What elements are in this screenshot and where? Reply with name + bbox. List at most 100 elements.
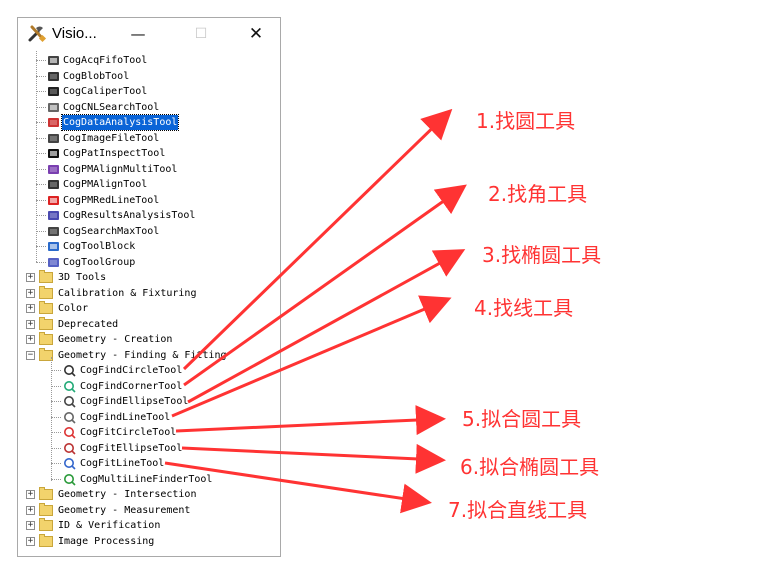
tree-item-geometry-tool[interactable]: CogFindEllipseTool xyxy=(18,394,280,409)
folder-icon xyxy=(39,518,53,531)
annotation-label-7: 7.拟合直线工具 xyxy=(448,498,588,522)
tree-connector xyxy=(36,168,46,170)
tool-icon xyxy=(47,101,60,114)
expand-icon[interactable]: + xyxy=(26,319,35,329)
expand-icon[interactable]: + xyxy=(26,335,35,344)
tool-icon xyxy=(47,209,60,222)
expand-icon[interactable]: + xyxy=(26,505,35,515)
expand-icon[interactable]: + xyxy=(26,304,35,313)
tree-item-geometry-tool[interactable]: CogFitEllipseTool xyxy=(18,441,280,456)
tree-item-tool[interactable]: CogCaliperTool xyxy=(18,84,280,99)
find-fit-icon xyxy=(63,364,76,377)
tree-connector xyxy=(51,478,61,480)
tree-item-label: CogFindCircleTool xyxy=(80,365,183,376)
tree-item-label: CogPMAlignTool xyxy=(63,179,148,190)
tree-item-geometry-tool[interactable]: CogFitLineTool xyxy=(18,456,280,471)
window-title: Visio... xyxy=(52,25,97,42)
annotation-label-5: 5.拟合圆工具 xyxy=(462,407,582,431)
folder-icon xyxy=(39,502,53,516)
tree-item-tool[interactable]: CogImageFileTool xyxy=(18,131,280,146)
tree-item-geometry-tool[interactable]: CogFitCircleTool xyxy=(18,425,280,440)
tree-item-tool[interactable]: CogToolGroup xyxy=(18,255,280,270)
tree-folder[interactable]: + ID & Verification xyxy=(18,518,280,533)
tree-item-tool[interactable]: CogPMRedLineTool xyxy=(18,193,280,208)
tree-item-geometry-tool[interactable]: CogFindCornerTool xyxy=(18,379,280,394)
tool-icon xyxy=(47,225,60,238)
tree-connector xyxy=(51,385,61,387)
find-fit-icon xyxy=(63,426,76,439)
tree-item-tool[interactable]: CogSearchMaxTool xyxy=(18,224,280,239)
tree-folder-label: Deprecated xyxy=(58,318,119,330)
tool-icon xyxy=(47,147,60,160)
tree-item-label: CogToolGroup xyxy=(63,256,136,268)
tree-item-tool[interactable]: CogPMAlignTool xyxy=(18,177,280,192)
tree-item-label: CogFitLineTool xyxy=(80,458,165,469)
expand-icon[interactable]: + xyxy=(26,521,35,530)
tree-item-geometry-tool[interactable]: CogFindCircleTool xyxy=(18,363,280,378)
tree-folder-label: Image Processing xyxy=(58,535,155,547)
find-fit-icon xyxy=(63,473,76,486)
expand-icon[interactable]: + xyxy=(26,490,35,499)
tree-item-tool[interactable]: CogAcqFifoTool xyxy=(18,53,280,68)
tree-connector xyxy=(36,122,46,123)
tree-connector xyxy=(36,246,46,247)
tree-connector xyxy=(51,447,61,449)
tree-item-tool[interactable]: CogToolBlock xyxy=(18,239,280,254)
tree-item-geometry-tool[interactable]: CogMultiLineFinderTool xyxy=(18,472,280,487)
find-fit-icon xyxy=(63,380,76,393)
tree-item-tool[interactable]: CogDataAnalysisTool xyxy=(18,114,280,131)
find-fit-icon xyxy=(63,395,76,408)
expand-icon[interactable]: + xyxy=(26,273,35,282)
folder-icon xyxy=(39,487,53,500)
annotation-label-6: 6.拟合椭圆工具 xyxy=(460,455,600,479)
tree-folder-label: Geometry - Intersection xyxy=(58,489,197,500)
tree-item-tool[interactable]: CogCNLSearchTool xyxy=(18,100,280,115)
tree-connector xyxy=(36,137,46,139)
tree-item-label: CogMultiLineFinderTool xyxy=(80,473,213,485)
tree-folder[interactable]: + Color xyxy=(18,301,280,316)
tree-connector xyxy=(51,463,61,464)
tree-item-label: CogFitEllipseTool xyxy=(80,442,183,454)
close-button[interactable]: ✕ xyxy=(236,22,276,46)
tree-item-label: CogImageFileTool xyxy=(63,132,160,144)
tree-item-label: CogPMAlignMultiTool xyxy=(63,163,178,175)
tree-folder[interactable]: + Image Processing xyxy=(18,533,280,549)
folder-icon xyxy=(39,332,53,345)
collapse-icon[interactable]: − xyxy=(26,350,35,360)
tool-icon xyxy=(47,85,60,98)
tree-item-tool[interactable]: CogPatInspectTool xyxy=(18,146,280,161)
tool-icon xyxy=(47,116,60,129)
tree-item-label: CogBlobTool xyxy=(63,70,130,82)
tree-item-tool[interactable]: CogBlobTool xyxy=(18,69,280,84)
tools-icon xyxy=(28,25,47,43)
minimize-button[interactable]: — xyxy=(118,22,158,46)
tree-connector xyxy=(36,75,46,77)
tree-folder[interactable]: + Geometry - Creation xyxy=(18,332,280,347)
title-bar[interactable]: Visio... — ☐ ✕ xyxy=(18,18,280,51)
tool-icon xyxy=(47,163,60,176)
annotation-label-2: 2.找角工具 xyxy=(488,182,588,206)
find-fit-icon xyxy=(63,411,76,424)
find-fit-icon xyxy=(63,442,76,455)
tree-folder[interactable]: +3D Tools xyxy=(18,270,280,285)
tree-item-label: CogResultsAnalysisTool xyxy=(63,210,196,221)
tool-tree[interactable]: CogAcqFifoTool CogBlobTool CogCaliperTool C… xyxy=(18,51,280,556)
tree-folder[interactable]: + Calibration & Fixturing xyxy=(18,285,280,301)
tree-item-label: CogSearchMaxTool xyxy=(63,225,160,237)
tree-connector xyxy=(51,432,61,433)
tree-folder[interactable]: − Geometry - Finding & Fitting xyxy=(18,347,280,363)
find-fit-icon xyxy=(63,457,76,470)
tree-connector xyxy=(36,184,46,185)
maximize-button[interactable]: ☐ xyxy=(181,22,221,46)
tree-folder[interactable]: + Geometry - Intersection xyxy=(18,487,280,502)
tree-item-tool[interactable]: CogResultsAnalysisTool xyxy=(18,208,280,223)
tool-icon xyxy=(47,256,60,269)
tool-icon xyxy=(47,70,60,83)
tree-folder[interactable]: + Geometry - Measurement xyxy=(18,502,280,518)
expand-icon[interactable]: + xyxy=(26,288,35,298)
tree-item-tool[interactable]: CogPMAlignMultiTool xyxy=(18,162,280,177)
expand-icon[interactable]: + xyxy=(26,536,35,546)
tree-folder-label: Geometry - Measurement xyxy=(58,504,191,516)
tree-item-geometry-tool[interactable]: CogFindLineTool xyxy=(18,410,280,425)
tree-folder[interactable]: + Deprecated xyxy=(18,316,280,332)
